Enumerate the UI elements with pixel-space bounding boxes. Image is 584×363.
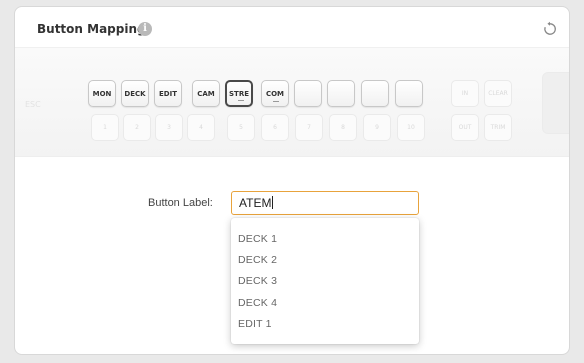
key-in: IN <box>451 80 479 107</box>
key-label: CAM <box>197 89 215 98</box>
button-label-input[interactable]: ATEM <box>231 191 419 215</box>
key-2: 2 <box>123 114 151 141</box>
text-caret <box>272 196 274 209</box>
reset-icon[interactable] <box>542 21 558 37</box>
key-10: 10 <box>397 114 425 141</box>
button-label-caption: Button Label: <box>148 197 213 209</box>
key-com[interactable]: COM <box>261 80 289 107</box>
key-cam[interactable]: CAM <box>192 80 220 107</box>
key-deck[interactable]: DECK <box>121 80 149 107</box>
key-blank-4[interactable] <box>395 80 423 107</box>
key-indicator <box>273 101 279 102</box>
keyboard-layout: ESC MON DECK EDIT CAM STRE COM 1 2 3 4 5… <box>15 47 569 157</box>
key-1: 1 <box>91 114 119 141</box>
key-mon[interactable]: MON <box>88 80 116 107</box>
info-icon[interactable]: i <box>138 22 152 36</box>
key-label: MON <box>92 89 112 98</box>
key-label: COM <box>265 89 285 98</box>
key-out: OUT <box>451 114 479 141</box>
key-blank-3[interactable] <box>361 80 389 107</box>
dropdown-option[interactable]: DECK 4 <box>238 294 277 312</box>
key-clear: CLEAR <box>484 80 512 107</box>
esc-key-label: ESC <box>25 100 41 109</box>
panel-title: Button Mapping <box>37 22 146 36</box>
key-5: 5 <box>227 114 255 141</box>
key-label: STRE <box>229 89 249 98</box>
key-8: 8 <box>329 114 357 141</box>
key-9: 9 <box>363 114 391 141</box>
key-7: 7 <box>295 114 323 141</box>
key-label: DECK <box>124 89 146 98</box>
key-blank-1[interactable] <box>294 80 322 107</box>
key-stre-selected[interactable]: STRE <box>225 80 253 107</box>
key-label: EDIT <box>159 89 177 98</box>
key-blank-2[interactable] <box>327 80 355 107</box>
key-6: 6 <box>261 114 289 141</box>
key-trim: TRIM <box>484 114 512 141</box>
key-indicator <box>238 100 244 101</box>
dropdown-option[interactable]: EDIT 1 <box>238 315 272 333</box>
label-suggestions-dropdown: DECK 1 DECK 2 DECK 3 DECK 4 EDIT 1 <box>231 218 419 344</box>
key-4: 4 <box>187 114 215 141</box>
dropdown-option[interactable]: DECK 2 <box>238 251 277 269</box>
key-3: 3 <box>155 114 183 141</box>
dropdown-option[interactable]: DECK 1 <box>238 230 277 248</box>
key-edit[interactable]: EDIT <box>154 80 182 107</box>
dropdown-option[interactable]: DECK 3 <box>238 272 277 290</box>
input-value: ATEM <box>239 196 272 210</box>
button-mapping-panel: Button Mapping i ESC MON DECK EDIT CAM S… <box>14 6 570 355</box>
search-dial-area <box>542 72 569 134</box>
